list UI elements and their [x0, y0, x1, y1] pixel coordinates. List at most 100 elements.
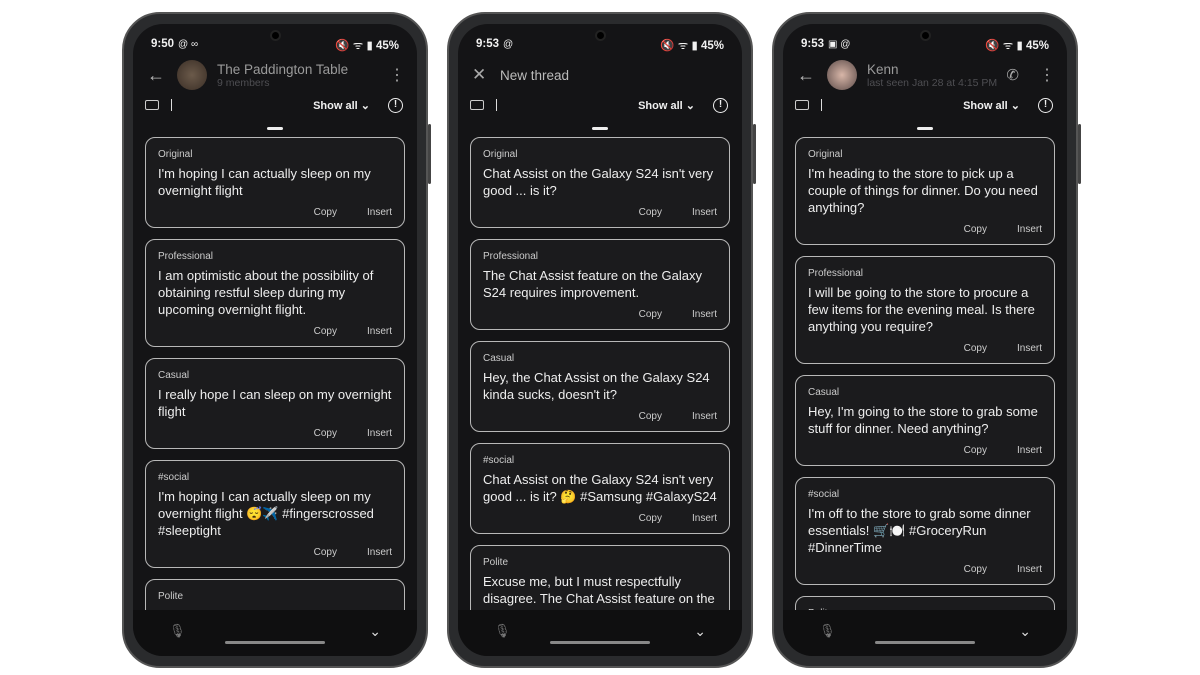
drag-handle[interactable]: [592, 127, 608, 130]
insert-button[interactable]: Insert: [1017, 445, 1042, 456]
suggestion-text: The Chat Assist feature on the Galaxy S2…: [483, 268, 702, 300]
bottom-bar: 🎙 ⌄: [783, 610, 1067, 656]
show-all-dropdown[interactable]: Show all ⌄: [313, 99, 370, 112]
chat-assist-toolbar: Show all ⌄ !: [795, 94, 1053, 116]
status-bar: 9:53 @ 🔇 ᯤ ▮ 45%: [476, 38, 724, 53]
signal-icons: 🔇 ᯤ ▮: [335, 40, 376, 52]
more-options-icon[interactable]: ⋮: [1039, 65, 1055, 85]
gesture-nav-bar[interactable]: [225, 641, 325, 644]
show-all-dropdown[interactable]: Show all ⌄: [963, 99, 1020, 112]
insert-button[interactable]: Insert: [367, 326, 392, 337]
suggestion-text: I'm off to the store to grab some dinner…: [808, 506, 1031, 555]
info-icon[interactable]: !: [388, 97, 403, 113]
suggestion-list: Original I'm heading to the store to pic…: [795, 137, 1055, 650]
suggestion-card: Professional I am optimistic about the p…: [145, 239, 405, 347]
insert-button[interactable]: Insert: [692, 207, 717, 218]
info-icon[interactable]: !: [713, 97, 728, 113]
gesture-nav-bar[interactable]: [875, 641, 975, 644]
copy-button[interactable]: Copy: [639, 207, 662, 218]
tone-label: Original: [158, 149, 193, 160]
app-header: ✕ New thread: [458, 56, 742, 94]
insert-button[interactable]: Insert: [367, 207, 392, 218]
chat-subtitle: last seen Jan 28 at 4:15 PM: [867, 76, 998, 89]
app-header: ← Kenn last seen Jan 28 at 4:15 PM ✆ ⋮: [783, 56, 1067, 94]
copy-button[interactable]: Copy: [639, 513, 662, 524]
drag-handle[interactable]: [917, 127, 933, 130]
app-header: ← The Paddington Table 9 members ⋮: [133, 56, 417, 94]
copy-button[interactable]: Copy: [314, 428, 337, 439]
tone-label: #social: [808, 489, 840, 500]
copy-button[interactable]: Copy: [964, 564, 987, 575]
phone: 9:50 @ ∞ 🔇 ᯤ ▮ 45% ← The Paddington Table…: [122, 12, 431, 668]
suggestion-list: Original I'm hoping I can actually sleep…: [145, 137, 405, 653]
text-cursor: [496, 99, 497, 111]
insert-button[interactable]: Insert: [692, 513, 717, 524]
tone-label: Professional: [808, 268, 864, 279]
avatar[interactable]: [177, 60, 207, 90]
keyboard-icon[interactable]: [470, 100, 484, 110]
phone-screen: 9:53 @ 🔇 ᯤ ▮ 45% ✕ New thread Show all ⌄ …: [458, 24, 742, 656]
copy-button[interactable]: Copy: [964, 343, 987, 354]
microphone-icon[interactable]: 🎙: [169, 623, 186, 639]
suggestion-card: #social I'm hoping I can actually sleep …: [145, 460, 405, 568]
text-cursor: [171, 99, 172, 111]
back-arrow-icon[interactable]: ←: [147, 65, 177, 86]
keyboard-icon[interactable]: [145, 100, 159, 110]
chevron-down-icon[interactable]: ⌄: [1019, 623, 1031, 640]
copy-button[interactable]: Copy: [314, 547, 337, 558]
more-options-icon[interactable]: ⋮: [389, 65, 405, 85]
text-cursor: [821, 99, 822, 111]
chevron-down-icon[interactable]: ⌄: [369, 623, 381, 640]
insert-button[interactable]: Insert: [692, 411, 717, 422]
suggestion-text: Hey, I'm going to the store to grab some…: [808, 404, 1038, 436]
insert-button[interactable]: Insert: [367, 547, 392, 558]
chat-title: The Paddington Table: [217, 61, 349, 77]
notification-icons: @ ∞: [178, 39, 199, 50]
suggestion-text: I am optimistic about the possibility of…: [158, 268, 374, 317]
copy-button[interactable]: Copy: [639, 411, 662, 422]
tone-label: Professional: [158, 251, 214, 262]
insert-button[interactable]: Insert: [1017, 224, 1042, 235]
gesture-nav-bar[interactable]: [550, 641, 650, 644]
microphone-icon[interactable]: 🎙: [494, 623, 511, 639]
suggestion-card: Original Chat Assist on the Galaxy S24 i…: [470, 137, 730, 228]
copy-button[interactable]: Copy: [964, 224, 987, 235]
suggestion-text: Hey, the Chat Assist on the Galaxy S24 k…: [483, 370, 710, 402]
copy-button[interactable]: Copy: [639, 309, 662, 320]
suggestion-card: Professional I will be going to the stor…: [795, 256, 1055, 364]
close-icon[interactable]: ✕: [472, 65, 500, 85]
phone-call-icon[interactable]: ✆: [1006, 66, 1019, 84]
chat-subtitle: 9 members: [217, 76, 270, 89]
tone-label: Casual: [483, 353, 515, 364]
insert-button[interactable]: Insert: [692, 309, 717, 320]
insert-button[interactable]: Insert: [367, 428, 392, 439]
suggestion-card: Professional The Chat Assist feature on …: [470, 239, 730, 330]
microphone-icon[interactable]: 🎙: [819, 623, 836, 639]
tone-label: Polite: [483, 557, 509, 568]
copy-button[interactable]: Copy: [314, 207, 337, 218]
suggestion-text: I'm hoping I can actually sleep on my ov…: [158, 489, 374, 538]
show-all-dropdown[interactable]: Show all ⌄: [638, 99, 695, 112]
suggestion-list: Original Chat Assist on the Galaxy S24 i…: [470, 137, 730, 653]
info-icon[interactable]: !: [1038, 97, 1053, 113]
tone-label: #social: [483, 455, 515, 466]
avatar[interactable]: [827, 60, 857, 90]
suggestion-text: Chat Assist on the Galaxy S24 isn't very…: [483, 166, 714, 198]
insert-button[interactable]: Insert: [1017, 564, 1042, 575]
status-bar: 9:53 ▣ @ 🔇 ᯤ ▮ 45%: [801, 38, 1049, 53]
signal-icons: 🔇 ᯤ ▮: [985, 40, 1026, 52]
tone-label: Original: [483, 149, 518, 160]
suggestion-card: Casual Hey, the Chat Assist on the Galax…: [470, 341, 730, 432]
insert-button[interactable]: Insert: [1017, 343, 1042, 354]
keyboard-icon[interactable]: [795, 100, 809, 110]
back-arrow-icon[interactable]: ←: [797, 65, 827, 86]
copy-button[interactable]: Copy: [964, 445, 987, 456]
chevron-down-icon[interactable]: ⌄: [694, 623, 706, 640]
suggestion-text: I'm hoping I can actually sleep on my ov…: [158, 166, 371, 198]
notification-icons: ▣ @: [828, 39, 851, 50]
suggestion-text: Chat Assist on the Galaxy S24 isn't very…: [483, 472, 717, 504]
copy-button[interactable]: Copy: [314, 326, 337, 337]
bottom-bar: 🎙 ⌄: [458, 610, 742, 656]
phone: 9:53 @ 🔇 ᯤ ▮ 45% ✕ New thread Show all ⌄ …: [447, 12, 756, 668]
drag-handle[interactable]: [267, 127, 283, 130]
